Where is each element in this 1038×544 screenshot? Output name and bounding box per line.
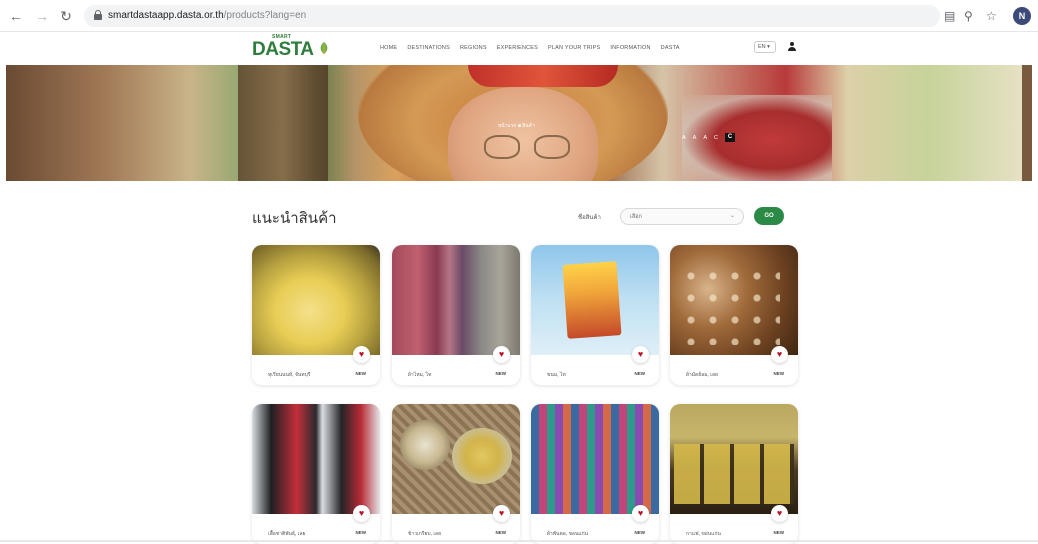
hero-bg-post-right [1022, 65, 1032, 181]
menu-item-information[interactable]: INFORMATION [610, 45, 650, 51]
product-tag: NEW [773, 530, 785, 535]
site-logo[interactable]: SMART DASTA [252, 34, 332, 62]
heart-icon[interactable]: ♥ [493, 505, 510, 522]
product-name[interactable]: เสื้อชาติพันธุ์, เลย [268, 530, 305, 538]
font-size-tools: A A A C C [682, 133, 735, 142]
hero-glasses-right [534, 135, 570, 159]
profile-avatar[interactable]: N [1013, 7, 1031, 25]
snack-pack [562, 261, 622, 339]
product-tag: NEW [773, 371, 785, 376]
product-name[interactable]: กาแฟ, ขอนแก่น [686, 530, 721, 538]
product-name[interactable]: ผ้ามัดย้อม, เลย [686, 371, 718, 379]
heart-icon[interactable]: ♥ [771, 505, 788, 522]
contrast-high[interactable]: C [725, 133, 735, 142]
heart-icon[interactable]: ♥ [353, 346, 370, 363]
product-image[interactable] [670, 245, 798, 355]
product-card[interactable]: ♥ กาแฟ, ขอนแก่น NEW [670, 404, 798, 544]
product-card[interactable]: ♥ ผ้ามัดย้อม, เลย NEW [670, 245, 798, 385]
search-label: ชื่อสินค้า [578, 215, 601, 221]
language-select[interactable]: EN ▾ [754, 41, 776, 53]
menu-item-home[interactable]: HOME [380, 45, 397, 51]
product-card[interactable]: ♥ เสื้อชาติพันธุ์, เลย NEW [252, 404, 380, 544]
lock-icon[interactable] [94, 10, 102, 20]
search-select-value: เลือก [630, 214, 642, 220]
product-image[interactable] [670, 404, 798, 514]
font-size-medium[interactable]: A [693, 135, 697, 141]
product-image[interactable] [531, 245, 659, 355]
hero-face [448, 87, 598, 181]
site-header: SMART DASTA HOME DESTINATIONS REGIONS EX… [0, 32, 1038, 65]
product-card[interactable]: ♥ ผ้าไหม, ไท NEW [392, 245, 520, 385]
hero-glasses-left [484, 135, 520, 159]
font-size-large[interactable]: A [703, 135, 707, 141]
section-title: แนะนำสินค้า [252, 210, 337, 227]
address-bar[interactable]: smartdastaapp.dasta.or.th/products?lang=… [84, 5, 940, 27]
coffee-bags [674, 444, 794, 504]
user-icon[interactable] [788, 42, 796, 52]
product-tag: NEW [495, 530, 507, 535]
url-text[interactable]: smartdastaapp.dasta.or.th/products?lang=… [108, 10, 306, 21]
star-icon[interactable]: ☆ [986, 8, 997, 24]
product-image[interactable] [392, 404, 520, 514]
product-card[interactable]: ♥ ทุเรียนนนท์, จันทบุรี NEW [252, 245, 380, 385]
hero-bg-post [238, 65, 328, 181]
product-tag: NEW [355, 371, 367, 376]
browser-toolbar: ← → ↻ smartdastaapp.dasta.or.th/products… [0, 0, 1038, 32]
leaf-icon [320, 42, 328, 54]
product-tag: NEW [634, 530, 646, 535]
product-image[interactable] [531, 404, 659, 514]
product-name[interactable]: ข้าวเกรียบ, เลย [408, 530, 441, 538]
product-image[interactable] [252, 404, 380, 514]
font-size-small[interactable]: A [682, 135, 686, 141]
heart-icon[interactable]: ♥ [493, 346, 510, 363]
plate [400, 420, 450, 470]
product-tag: NEW [634, 371, 646, 376]
menu-item-plan-your-trips[interactable]: PLAN YOUR TRIPS [548, 45, 600, 51]
heart-icon[interactable]: ♥ [632, 505, 649, 522]
product-tag: NEW [495, 371, 507, 376]
product-name[interactable]: ทุเรียนนนท์, จันทบุรี [268, 371, 310, 379]
product-search-select[interactable]: เลือก ⌄ [620, 208, 744, 225]
product-tag: NEW [355, 530, 367, 535]
plate [452, 428, 512, 484]
contrast-normal[interactable]: C [714, 135, 718, 141]
forward-icon[interactable]: → [34, 8, 50, 24]
url-path: /products?lang=en [223, 10, 307, 21]
product-card[interactable]: ♥ ขนม, ไท NEW [531, 245, 659, 385]
reload-icon[interactable]: ↻ [58, 8, 74, 24]
breadcrumb: หน้าแรก ■ สินค้า [498, 123, 535, 129]
menu-item-destinations[interactable]: DESTINATIONS [407, 45, 450, 51]
product-name[interactable]: ผ้าพันคอ, ขอนแก่น [547, 530, 588, 538]
product-image[interactable] [392, 245, 520, 355]
main-menu: HOME DESTINATIONS REGIONS EXPERIENCES PL… [380, 45, 680, 51]
product-card[interactable]: ♥ ผ้าพันคอ, ขอนแก่น NEW [531, 404, 659, 544]
heart-icon[interactable]: ♥ [353, 505, 370, 522]
heart-icon[interactable]: ♥ [771, 346, 788, 363]
back-icon[interactable]: ← [8, 8, 24, 24]
menu-item-dasta[interactable]: DASTA [661, 45, 680, 51]
batik-pattern [680, 265, 780, 345]
hero-banner: หน้าแรก ■ สินค้า A A A C C [6, 65, 1032, 181]
translate-icon[interactable]: ▤ [944, 8, 955, 24]
heart-icon[interactable]: ♥ [632, 346, 649, 363]
hero-scarf [468, 65, 618, 87]
product-card[interactable]: ♥ ข้าวเกรียบ, เลย NEW [392, 404, 520, 544]
logo-main-text: DASTA [252, 39, 314, 60]
menu-item-regions[interactable]: REGIONS [460, 45, 487, 51]
product-name[interactable]: ขนม, ไท [547, 371, 566, 379]
menu-item-experiences[interactable]: EXPERIENCES [497, 45, 538, 51]
chevron-down-icon: ⌄ [729, 213, 735, 219]
product-image[interactable] [252, 245, 380, 355]
go-button[interactable]: GO [754, 207, 784, 225]
url-host: smartdastaapp.dasta.or.th [108, 10, 224, 21]
zoom-icon[interactable]: ⚲ [964, 8, 973, 24]
product-name[interactable]: ผ้าไหม, ไท [408, 371, 431, 379]
